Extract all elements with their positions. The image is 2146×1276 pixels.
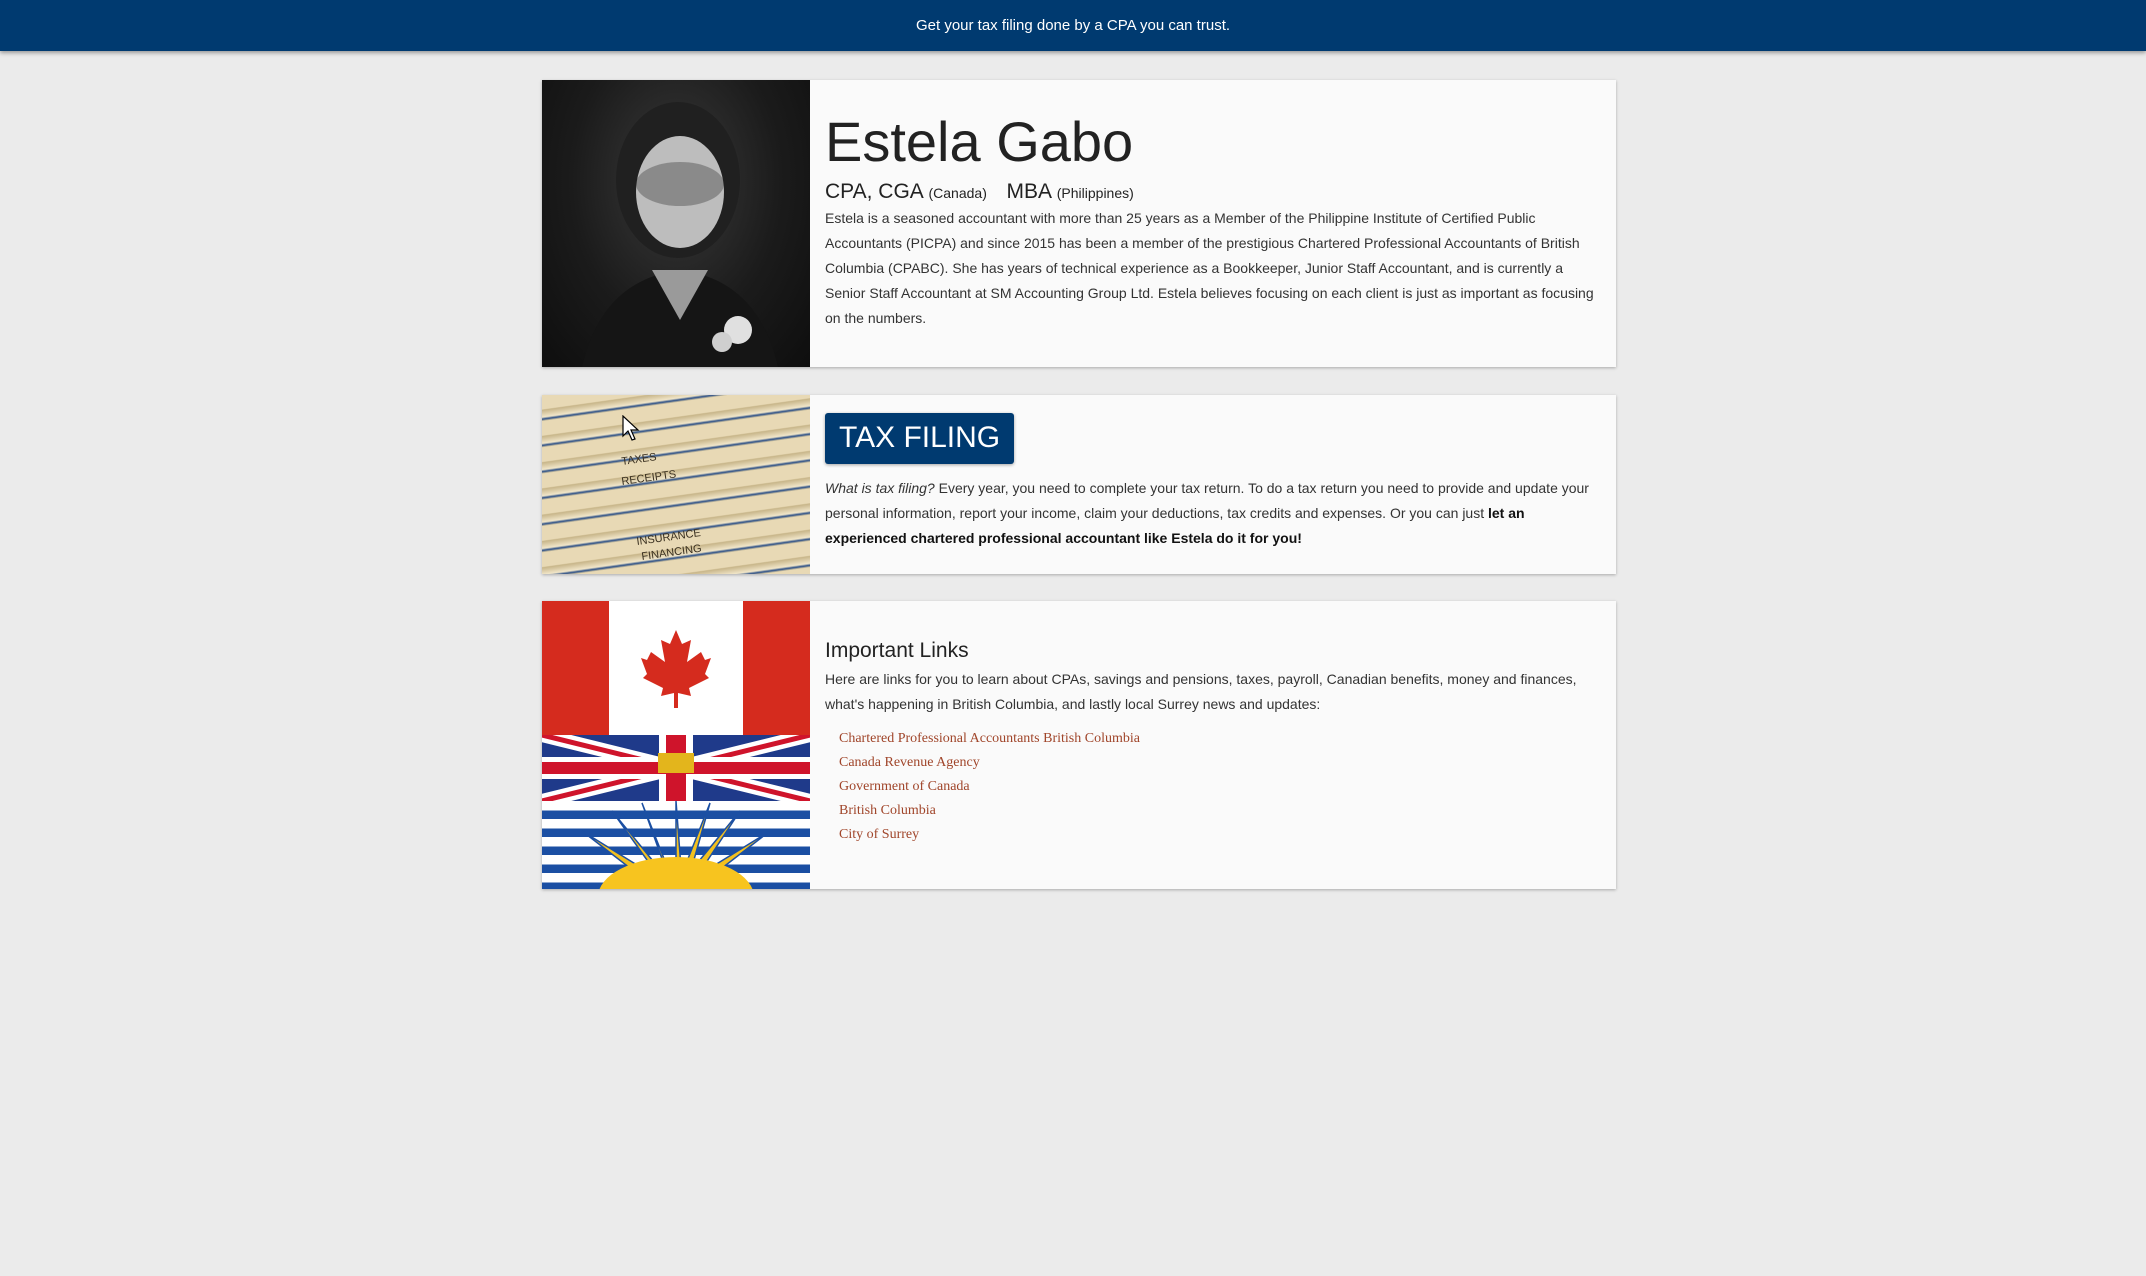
canada-flag bbox=[542, 601, 810, 735]
link-cpabc[interactable]: Chartered Professional Accountants Briti… bbox=[839, 731, 1140, 746]
credential-mba-note: (Philippines) bbox=[1056, 185, 1134, 201]
tax-filing-card: TAXES RECEIPTS INSURANCE FINANCING TAX F… bbox=[542, 395, 1616, 574]
bio-card: Estela Gabo CPA, CGA (Canada) MBA (Phili… bbox=[542, 80, 1616, 367]
banner-text: Get your tax filing done by a CPA you ca… bbox=[915, 17, 1231, 34]
list-item: Government of Canada bbox=[839, 775, 1601, 799]
link-city-of-surrey[interactable]: City of Surrey bbox=[839, 827, 919, 842]
link-cra[interactable]: Canada Revenue Agency bbox=[839, 755, 980, 770]
file-folders-photo: TAXES RECEIPTS INSURANCE FINANCING bbox=[542, 395, 810, 574]
list-item: Canada Revenue Agency bbox=[839, 751, 1601, 775]
portrait-photo bbox=[542, 80, 810, 367]
important-links-card: Important Links Here are links for you t… bbox=[542, 601, 1616, 889]
folders-image: TAXES RECEIPTS INSURANCE FINANCING bbox=[621, 451, 703, 563]
folder-label-receipts: RECEIPTS bbox=[621, 468, 677, 488]
mouse-cursor-icon bbox=[622, 415, 640, 441]
flags-image bbox=[542, 601, 810, 889]
person-name: Estela Gabo bbox=[825, 110, 1134, 173]
credential-cpa-note: (Canada) bbox=[928, 185, 987, 201]
portrait-image bbox=[582, 102, 778, 367]
credential-mba: MBA bbox=[1006, 180, 1051, 203]
tax-filing-heading: TAX FILING bbox=[825, 413, 1015, 464]
tax-question: What is tax filing? bbox=[825, 480, 935, 496]
list-item: Chartered Professional Accountants Briti… bbox=[839, 727, 1601, 751]
tax-body: Every year, you need to complete your ta… bbox=[825, 480, 1589, 521]
links-list: Chartered Professional Accountants Briti… bbox=[839, 727, 1601, 847]
credential-cpa: CPA, CGA bbox=[825, 180, 923, 203]
bc-union-flag bbox=[542, 735, 810, 801]
links-intro: Here are links for you to learn about CP… bbox=[825, 671, 1577, 712]
maple-leaf-icon bbox=[641, 630, 711, 708]
link-government-of-canada[interactable]: Government of Canada bbox=[839, 779, 970, 794]
bc-sun-flag bbox=[542, 800, 810, 889]
links-title: Important Links bbox=[825, 639, 969, 662]
credentials: CPA, CGA (Canada) MBA (Philippines) bbox=[825, 180, 1601, 204]
list-item: British Columbia bbox=[839, 799, 1601, 823]
tax-filing-description: What is tax filing? Every year, you need… bbox=[825, 476, 1601, 551]
link-british-columbia[interactable]: British Columbia bbox=[839, 803, 936, 818]
bio-description: Estela is a seasoned accountant with mor… bbox=[825, 210, 1594, 326]
list-item: City of Surrey bbox=[839, 823, 1601, 847]
top-banner: Get your tax filing done by a CPA you ca… bbox=[0, 0, 2146, 51]
folder-label-taxes: TAXES bbox=[621, 451, 658, 468]
